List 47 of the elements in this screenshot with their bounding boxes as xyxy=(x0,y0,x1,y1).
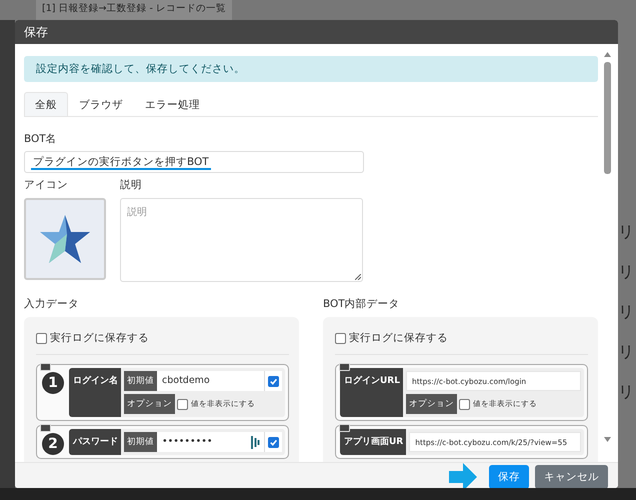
checkbox[interactable] xyxy=(268,376,279,386)
list-text: リ xyxy=(618,222,635,242)
dialog-title: 保存 xyxy=(15,20,618,44)
field-label: オプション xyxy=(406,394,457,414)
list-text: リ xyxy=(618,262,635,282)
note-icon xyxy=(40,363,51,371)
field-label: アイコン xyxy=(24,178,69,192)
tab[interactable]: ブラウザ xyxy=(68,92,134,116)
field-label: BOT名 xyxy=(24,132,58,146)
checkbox-label: 実行ログに保存する xyxy=(50,331,149,345)
parameter-name: ログインURL xyxy=(340,368,403,417)
arrow-icon xyxy=(449,463,477,488)
step-number: 1 xyxy=(42,372,64,394)
scrollbar[interactable] xyxy=(603,52,612,442)
parameter-name: ログイン名 xyxy=(69,368,121,417)
list-text: リ xyxy=(618,302,635,322)
section-title: 入力データ xyxy=(24,297,80,311)
field-label: 初期値 xyxy=(124,371,157,391)
cancel-button[interactable]: キャンセル xyxy=(535,465,608,488)
info-message: 設定内容を確認して、保存してください。 xyxy=(24,56,598,82)
checkbox[interactable] xyxy=(458,398,470,410)
input-field[interactable]: cbotdemo xyxy=(157,371,264,391)
checkbox[interactable] xyxy=(177,398,188,410)
checkbox[interactable] xyxy=(36,332,47,344)
password-field[interactable]: ••••••••• xyxy=(157,432,264,452)
checkbox[interactable] xyxy=(335,332,346,344)
checkbox[interactable] xyxy=(268,436,279,448)
field-label: 説明 xyxy=(120,178,143,192)
resize-grip-icon[interactable] xyxy=(355,274,361,280)
star-icon xyxy=(39,214,91,264)
icon-picker[interactable] xyxy=(24,198,106,280)
checkbox-label: 実行ログに保存する xyxy=(349,331,448,345)
section-title: BOT内部データ xyxy=(323,297,401,311)
list-text: リ xyxy=(618,342,635,362)
field-label: 初期値 xyxy=(124,432,157,452)
note-icon xyxy=(40,424,51,432)
browser-tab[interactable]: [1] 日報登録→工数登録 - レコードの一覧 xyxy=(36,0,232,20)
input-field[interactable]: プラグインの実行ボタンを押すBOT xyxy=(24,151,364,173)
parameter-name: アプリ画面UR xyxy=(340,429,406,455)
parameter-name: パスワード xyxy=(69,429,121,455)
tab[interactable]: 全般 xyxy=(24,92,68,116)
list-text: リ xyxy=(618,382,635,402)
tab[interactable]: エラー処理 xyxy=(134,92,211,116)
step-number: 2 xyxy=(42,433,64,455)
field-label: オプション xyxy=(124,394,175,414)
note-icon xyxy=(339,363,350,371)
note-icon xyxy=(339,424,350,432)
